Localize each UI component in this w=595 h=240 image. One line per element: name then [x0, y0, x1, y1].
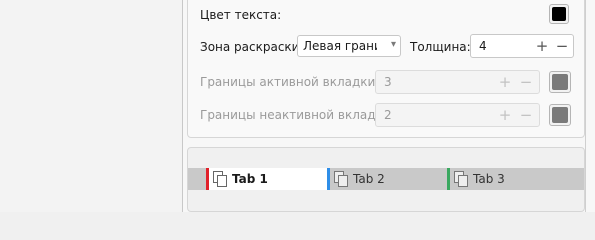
- active-border-spinbox[interactable]: 3 + −: [375, 70, 540, 94]
- inactive-border-label: Границы неактивной вкладки:: [200, 108, 395, 122]
- text-color-fill: [552, 7, 566, 21]
- active-border-value: 3: [384, 75, 392, 89]
- preview-tab-3[interactable]: Tab 3: [447, 168, 567, 190]
- thickness-decrement-button[interactable]: −: [553, 36, 571, 56]
- chevron-down-icon: ▾: [390, 39, 396, 50]
- active-border-decrement-button[interactable]: −: [517, 72, 535, 92]
- settings-panel: Цвет текста: Зона раскраски: Левая грани…: [183, 0, 595, 212]
- preview-tabbar: Tab 1 Tab 2 Tab 3: [188, 168, 584, 190]
- thickness-value: 4: [479, 39, 487, 53]
- coloring-zone-label: Зона раскраски:: [200, 40, 304, 54]
- preview-tab-label: Tab 2: [353, 172, 385, 186]
- panel-divider: [585, 0, 586, 212]
- tab-color-stripe: [327, 168, 330, 190]
- document-icon: [334, 171, 348, 187]
- active-border-color-fill: [552, 74, 568, 90]
- inactive-border-color-swatch[interactable]: [549, 104, 571, 126]
- thickness-increment-button[interactable]: +: [533, 36, 551, 56]
- inactive-border-value: 2: [384, 108, 392, 122]
- text-color-swatch[interactable]: [549, 4, 569, 24]
- active-border-increment-button[interactable]: +: [496, 72, 514, 92]
- thickness-label: Толщина:: [410, 40, 471, 54]
- tab-color-stripe: [206, 168, 209, 190]
- tab-color-stripe: [447, 168, 450, 190]
- inactive-border-decrement-button[interactable]: −: [517, 105, 535, 125]
- left-panel: [0, 0, 183, 212]
- coloring-zone-select[interactable]: Левая границ ▾: [297, 35, 401, 57]
- preview-tab-2[interactable]: Tab 2: [327, 168, 447, 190]
- inactive-border-color-fill: [552, 107, 568, 123]
- active-border-label: Границы активной вкладки:: [200, 75, 380, 89]
- preview-tab-1[interactable]: Tab 1: [206, 168, 327, 190]
- document-icon: [454, 171, 468, 187]
- active-border-color-swatch[interactable]: [549, 71, 571, 93]
- text-color-label: Цвет текста:: [200, 8, 282, 22]
- thickness-spinbox[interactable]: 4 + −: [470, 34, 574, 58]
- tabs-preview: Tab 1 Tab 2 Tab 3: [187, 147, 585, 212]
- preview-tab-label: Tab 1: [232, 172, 268, 186]
- preview-tab-label: Tab 3: [473, 172, 505, 186]
- inactive-border-spinbox[interactable]: 2 + −: [375, 103, 540, 127]
- coloring-zone-value: Левая границ: [303, 39, 377, 53]
- inactive-border-increment-button[interactable]: +: [496, 105, 514, 125]
- tab-appearance-group: Цвет текста: Зона раскраски: Левая грани…: [187, 0, 585, 138]
- document-icon: [213, 171, 227, 187]
